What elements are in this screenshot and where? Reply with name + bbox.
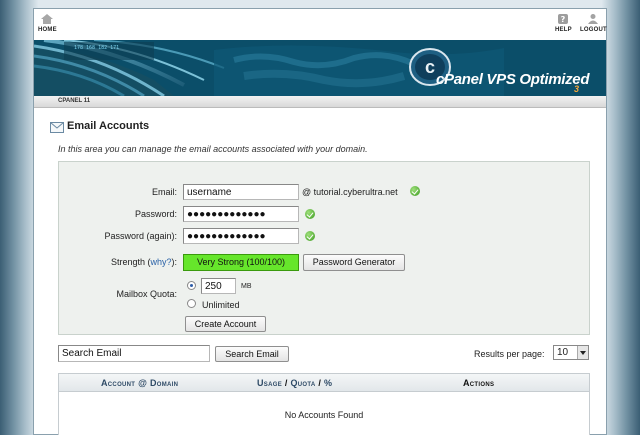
logout-link[interactable]: LOGOUT	[580, 13, 607, 33]
col-account-domain[interactable]: Account @ Domain	[101, 378, 178, 388]
header-banner: 178 168 182 171 c cPanel VPS Optimized 3	[34, 40, 606, 96]
strength-close-paren: ):	[171, 257, 178, 267]
accounts-table: Account @ Domain Usage / Quota / % Actio…	[58, 373, 590, 435]
help-label: HELP	[555, 27, 572, 33]
banner-brand: cPanel VPS Optimized	[436, 71, 590, 88]
email-field[interactable]: username	[183, 184, 299, 200]
col-usage-quota[interactable]: Usage / Quota / %	[257, 378, 332, 388]
empty-state: No Accounts Found	[284, 410, 364, 420]
email-valid-icon	[410, 186, 420, 196]
quota-input[interactable]: 250	[201, 278, 236, 294]
help-icon: ?	[558, 14, 569, 24]
logout-label: LOGOUT	[580, 27, 607, 33]
breadcrumb[interactable]: CPANEL 11	[58, 98, 90, 104]
home-link[interactable]: HOME	[38, 13, 57, 33]
breadcrumb-bar: CPANEL 11	[34, 96, 606, 108]
col-actions: Actions	[463, 378, 495, 388]
email-domain: @ tutorial.cyberultra.net	[302, 187, 398, 197]
banner-version: 3	[574, 84, 580, 94]
password-field[interactable]: ●●●●●●●●●●●●●	[183, 206, 299, 222]
results-per-page-value: 10	[557, 347, 569, 358]
password-again-valid-icon	[305, 231, 315, 241]
results-per-page-label: Results per page:	[474, 349, 545, 359]
results-per-page-select[interactable]: 10	[553, 345, 589, 360]
search-input[interactable]: Search Email	[58, 345, 210, 362]
top-nav: HOME ? HELP LOGOUT	[34, 9, 607, 39]
chevron-down-icon	[577, 346, 588, 359]
password-generator-button[interactable]: Password Generator	[303, 254, 405, 271]
password-label: Password:	[134, 209, 177, 219]
strength-label-group: Strength (why?):	[67, 257, 177, 267]
svg-text:?: ?	[561, 15, 566, 24]
quota-unlimited-radio[interactable]	[187, 299, 196, 308]
table-header: Account @ Domain Usage / Quota / % Actio…	[59, 374, 589, 392]
page-intro: In this area you can manage the email ac…	[58, 144, 368, 154]
logout-icon	[588, 14, 599, 24]
help-link[interactable]: ? HELP	[555, 13, 572, 33]
quota-limited-radio[interactable]	[187, 281, 196, 290]
email-label: Email:	[151, 187, 177, 197]
home-label: HOME	[38, 27, 57, 33]
strength-why-link[interactable]: why?	[150, 257, 171, 267]
svg-text:c: c	[425, 57, 435, 77]
strength-label: Strength	[110, 257, 145, 267]
password-again-label: Password (again):	[104, 231, 177, 241]
search-email-button[interactable]: Search Email	[215, 346, 289, 362]
password-valid-icon	[305, 209, 315, 219]
strength-meter: Very Strong (100/100)	[183, 254, 299, 271]
quota-unlimited-label: Unlimited	[202, 300, 240, 310]
page-frame: HOME ? HELP LOGOUT 178 168 182 171 c cPa…	[33, 8, 607, 435]
home-icon	[41, 14, 54, 24]
create-account-form: Email: username @ tutorial.cyberultra.ne…	[58, 161, 590, 335]
password-again-field[interactable]: ●●●●●●●●●●●●●	[183, 228, 299, 244]
page-title: Email Accounts	[67, 120, 150, 132]
create-account-button[interactable]: Create Account	[185, 316, 266, 332]
svg-text:178 168 182 171: 178 168 182 171	[74, 45, 119, 51]
quota-label: Mailbox Quota:	[116, 289, 177, 299]
envelope-icon	[50, 122, 64, 133]
quota-unit: MB	[241, 283, 252, 290]
